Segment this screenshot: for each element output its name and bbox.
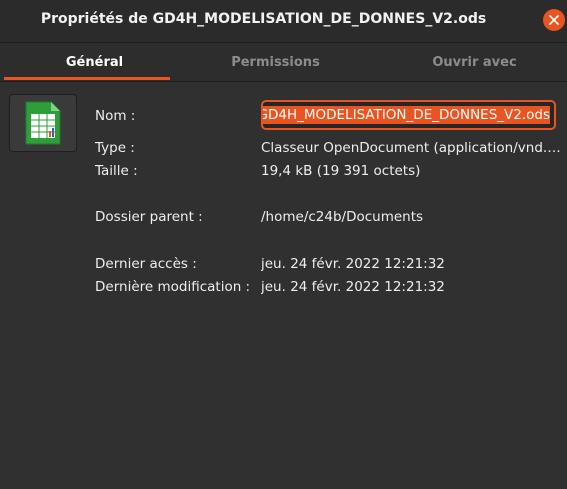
last-access-label: Dernier accès :: [95, 256, 197, 272]
parent-folder-value: /home/c24b/Documents: [261, 209, 424, 225]
tab-bar: Général Permissions Ouvrir avec: [0, 43, 567, 82]
size-value: 19,4 kB (19 391 octets): [261, 163, 421, 179]
name-input-value[interactable]: GD4H_MODELISATION_DE_DONNES_V2.ods: [263, 106, 550, 124]
name-input[interactable]: GD4H_MODELISATION_DE_DONNES_V2.ods: [261, 100, 556, 130]
size-label: Taille :: [95, 163, 138, 179]
close-icon: [549, 15, 559, 25]
close-button[interactable]: [543, 9, 565, 31]
window-title: Propriétés de GD4H_MODELISATION_DE_DONNE…: [40, 11, 487, 27]
last-access-value: jeu. 24 févr. 2022 12:21:32: [261, 256, 445, 272]
type-value: Classeur OpenDocument (application/vnd.o…: [261, 140, 561, 156]
properties-dialog: Propriétés de GD4H_MODELISATION_DE_DONNE…: [0, 0, 567, 489]
title-bar[interactable]: Propriétés de GD4H_MODELISATION_DE_DONNE…: [0, 0, 567, 43]
name-label: Nom :: [95, 108, 136, 124]
type-label: Type :: [95, 140, 135, 156]
file-icon-frame[interactable]: [9, 94, 77, 152]
tab-general[interactable]: Général: [0, 43, 189, 81]
last-modified-value: jeu. 24 févr. 2022 12:21:32: [261, 279, 445, 295]
parent-folder-label: Dossier parent :: [95, 209, 203, 225]
tab-open-with[interactable]: Ouvrir avec: [380, 43, 567, 81]
tab-permissions[interactable]: Permissions: [181, 43, 370, 81]
spreadsheet-file-icon: [25, 101, 61, 145]
last-modified-label: Dernière modification :: [95, 279, 251, 295]
